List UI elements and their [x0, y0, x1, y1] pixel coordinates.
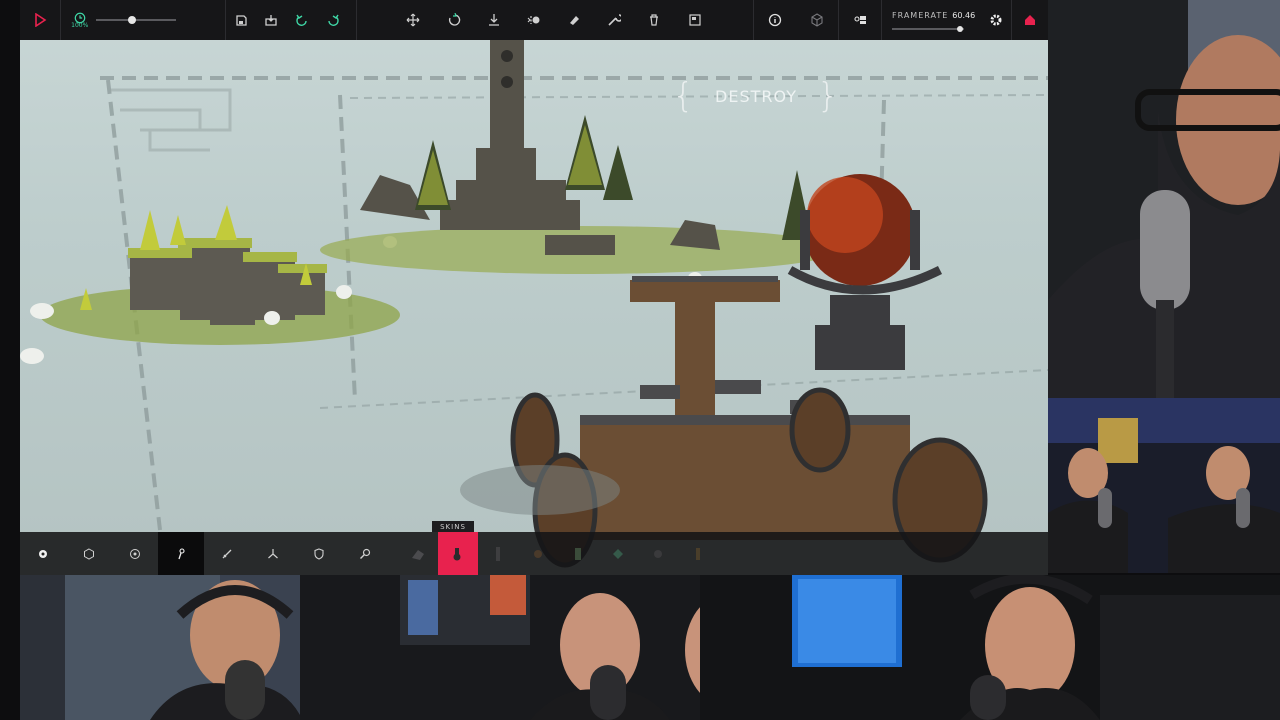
top-toolbar: 100% FRAMERATE 60.46 [20, 0, 1048, 40]
wrench-icon [608, 14, 622, 26]
shield-icon [314, 547, 324, 560]
wrench-tool-button[interactable] [594, 0, 634, 40]
skin-preview-icon [534, 549, 542, 558]
skin-slot-4[interactable] [518, 532, 558, 575]
home-icon [1024, 15, 1035, 25]
webcam-bottom-center [300, 575, 700, 720]
undo-button[interactable] [287, 0, 318, 40]
save-button[interactable] [226, 0, 257, 40]
delete-tool-button[interactable] [634, 0, 674, 40]
cube-icon [811, 13, 823, 27]
save-icon [236, 15, 247, 26]
time-scale-control[interactable]: 100% [61, 12, 224, 29]
skin-slot-6[interactable] [598, 532, 638, 575]
right-brace: } [816, 76, 840, 116]
flip-icon [488, 14, 499, 26]
framerate-control[interactable]: FRAMERATE 60.46 [882, 0, 982, 40]
load-icon [265, 15, 278, 26]
game-viewport[interactable] [20, 0, 1048, 575]
category-locomotion-button[interactable] [112, 532, 158, 575]
rotate-tool-button[interactable] [433, 0, 473, 40]
play-button[interactable] [20, 0, 60, 40]
info-icon [768, 13, 782, 27]
skin-preview-icon [453, 547, 461, 560]
info-button[interactable] [754, 0, 796, 40]
webcam-bottom-right [700, 575, 1280, 720]
move-tool-button[interactable] [393, 0, 433, 40]
destroy-zone-label: { DESTROY } [672, 74, 838, 118]
category-utility-button[interactable] [342, 532, 388, 575]
category-blocks-button[interactable] [66, 532, 112, 575]
skin-slot-7[interactable] [638, 532, 678, 575]
paint-icon [570, 16, 580, 25]
destroy-text: DESTROY [715, 86, 797, 106]
toolbar-divider [355, 0, 357, 40]
skins-tooltip: SKINS [432, 521, 474, 532]
sword-icon [222, 549, 232, 558]
rotate-icon [448, 13, 460, 26]
category-basic-button[interactable] [20, 532, 66, 575]
webcam-top-right [1048, 0, 1280, 398]
cube-outline-icon [84, 547, 94, 560]
block-category-bar [20, 532, 1048, 575]
skin-slot-5[interactable] [558, 532, 598, 575]
skin-slot-1[interactable] [398, 532, 438, 575]
skin-slot-3[interactable] [478, 532, 518, 575]
webcam-middle-right [1048, 398, 1280, 573]
game-scene [20, 40, 1048, 568]
home-button[interactable] [1012, 0, 1048, 40]
move-icon [406, 13, 420, 27]
hinge-icon [178, 547, 185, 559]
flip-tool-button[interactable] [474, 0, 514, 40]
framerate-readout: FRAMERATE 60.46 [892, 10, 976, 20]
skin-preview-icon [696, 547, 700, 560]
skin-slot-8[interactable] [678, 532, 718, 575]
trash-icon [650, 14, 659, 26]
multiplayer-button[interactable] [839, 0, 881, 40]
propeller-icon [268, 548, 278, 558]
environment-button[interactable] [674, 0, 714, 40]
skin-preview-icon [412, 549, 424, 560]
category-armour-button[interactable] [296, 532, 342, 575]
mirror-tool-button[interactable] [514, 0, 554, 40]
circle-dot-icon [39, 549, 47, 558]
settings-button[interactable] [982, 0, 1011, 40]
load-button[interactable] [256, 0, 287, 40]
webcam-bottom-left [20, 575, 300, 720]
skin-slot-selected[interactable] [438, 532, 478, 575]
time-scale-knob[interactable] [128, 16, 137, 24]
framerate-label: FRAMERATE [892, 10, 949, 20]
redo-icon [327, 14, 339, 26]
skin-preview-icon [654, 549, 662, 558]
category-flight-button[interactable] [250, 532, 296, 575]
category-weapons-button[interactable] [204, 532, 250, 575]
skin-preview-icon [496, 546, 500, 561]
left-brace: { [672, 76, 696, 116]
category-mechanical-button[interactable] [158, 532, 204, 575]
framerate-slider[interactable] [892, 25, 964, 32]
block-view-button[interactable] [796, 0, 838, 40]
gear-icon [990, 14, 1002, 26]
skin-preview-icon [613, 548, 623, 559]
multiplayer-icon [854, 16, 866, 24]
paint-tool-button[interactable] [554, 0, 594, 40]
magnifier-icon [360, 548, 371, 559]
redo-button[interactable] [317, 0, 348, 40]
environment-icon [688, 14, 701, 26]
wheel-icon [130, 548, 140, 559]
time-scale-indicator: 100% [71, 12, 88, 29]
undo-icon [296, 14, 307, 26]
time-scale-slider[interactable] [96, 16, 177, 24]
skin-preview-icon [575, 547, 581, 560]
mirror-icon [527, 16, 540, 24]
framerate-knob[interactable] [957, 25, 964, 32]
play-icon [35, 13, 47, 27]
time-scale-value: 100% [71, 21, 89, 29]
framerate-value: 60.46 [952, 10, 976, 20]
